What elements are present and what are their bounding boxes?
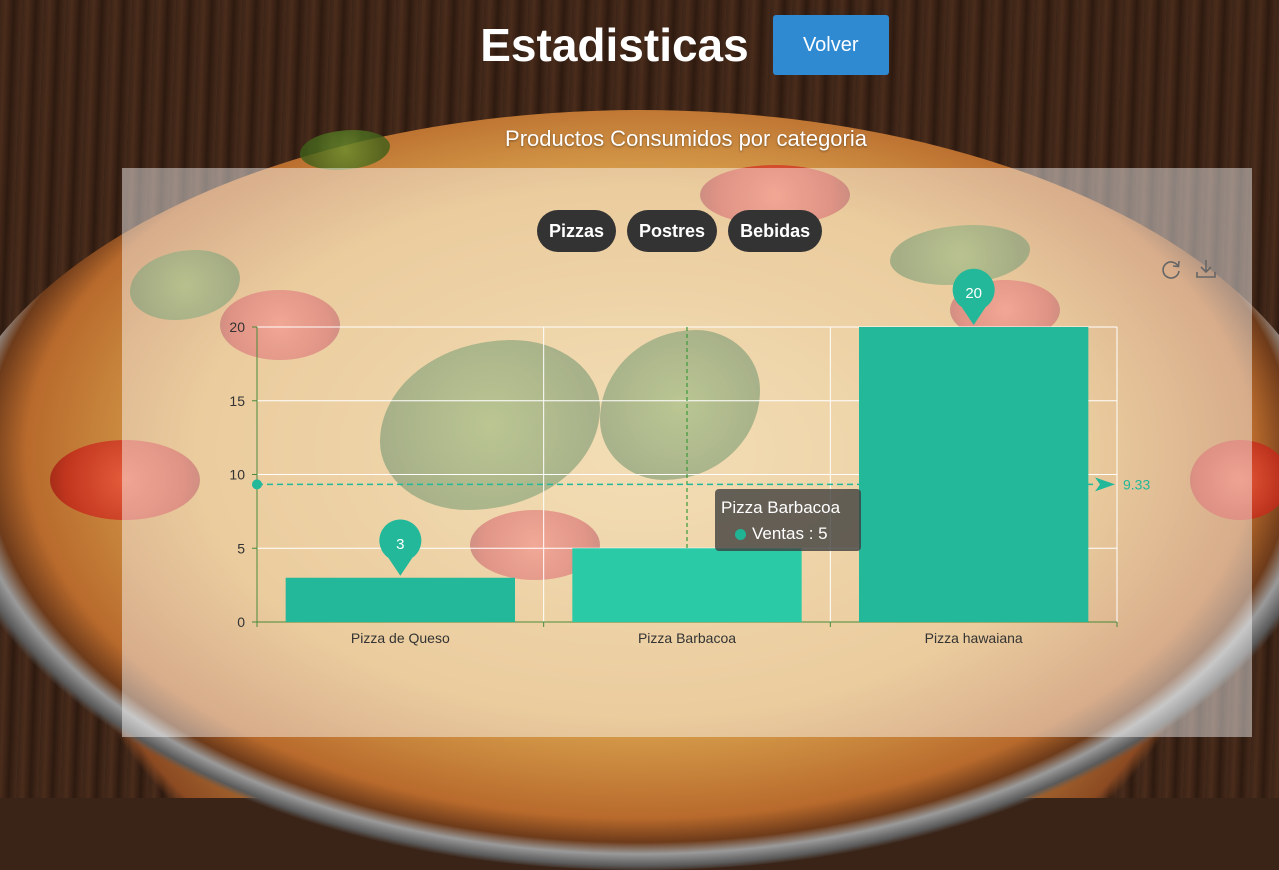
tooltip-title: Pizza Barbacoa — [721, 498, 841, 517]
header: Estadisticas Volver — [0, 12, 1279, 78]
filter-bebidas-button[interactable]: Bebidas — [728, 210, 823, 252]
chart-subtitle: Productos Consumidos por categoria — [505, 126, 867, 151]
series-dot-icon — [735, 528, 746, 540]
tooltip-value: Ventas : 5 — [752, 524, 828, 543]
chart-panel — [122, 168, 1252, 737]
tooltip-row: Ventas : 5 — [735, 524, 828, 544]
refresh-icon[interactable] — [1160, 258, 1182, 280]
back-button[interactable]: Volver — [772, 15, 889, 75]
filter-pizzas-button[interactable]: Pizzas — [537, 210, 617, 252]
page-title: Estadisticas — [480, 19, 749, 71]
download-icon[interactable] — [1195, 258, 1217, 280]
category-filter: Pizzas Postres Bebidas — [537, 210, 823, 252]
chart-tooltip: Pizza Barbacoa Ventas : 5 — [715, 489, 861, 551]
filter-postres-button[interactable]: Postres — [627, 210, 718, 252]
